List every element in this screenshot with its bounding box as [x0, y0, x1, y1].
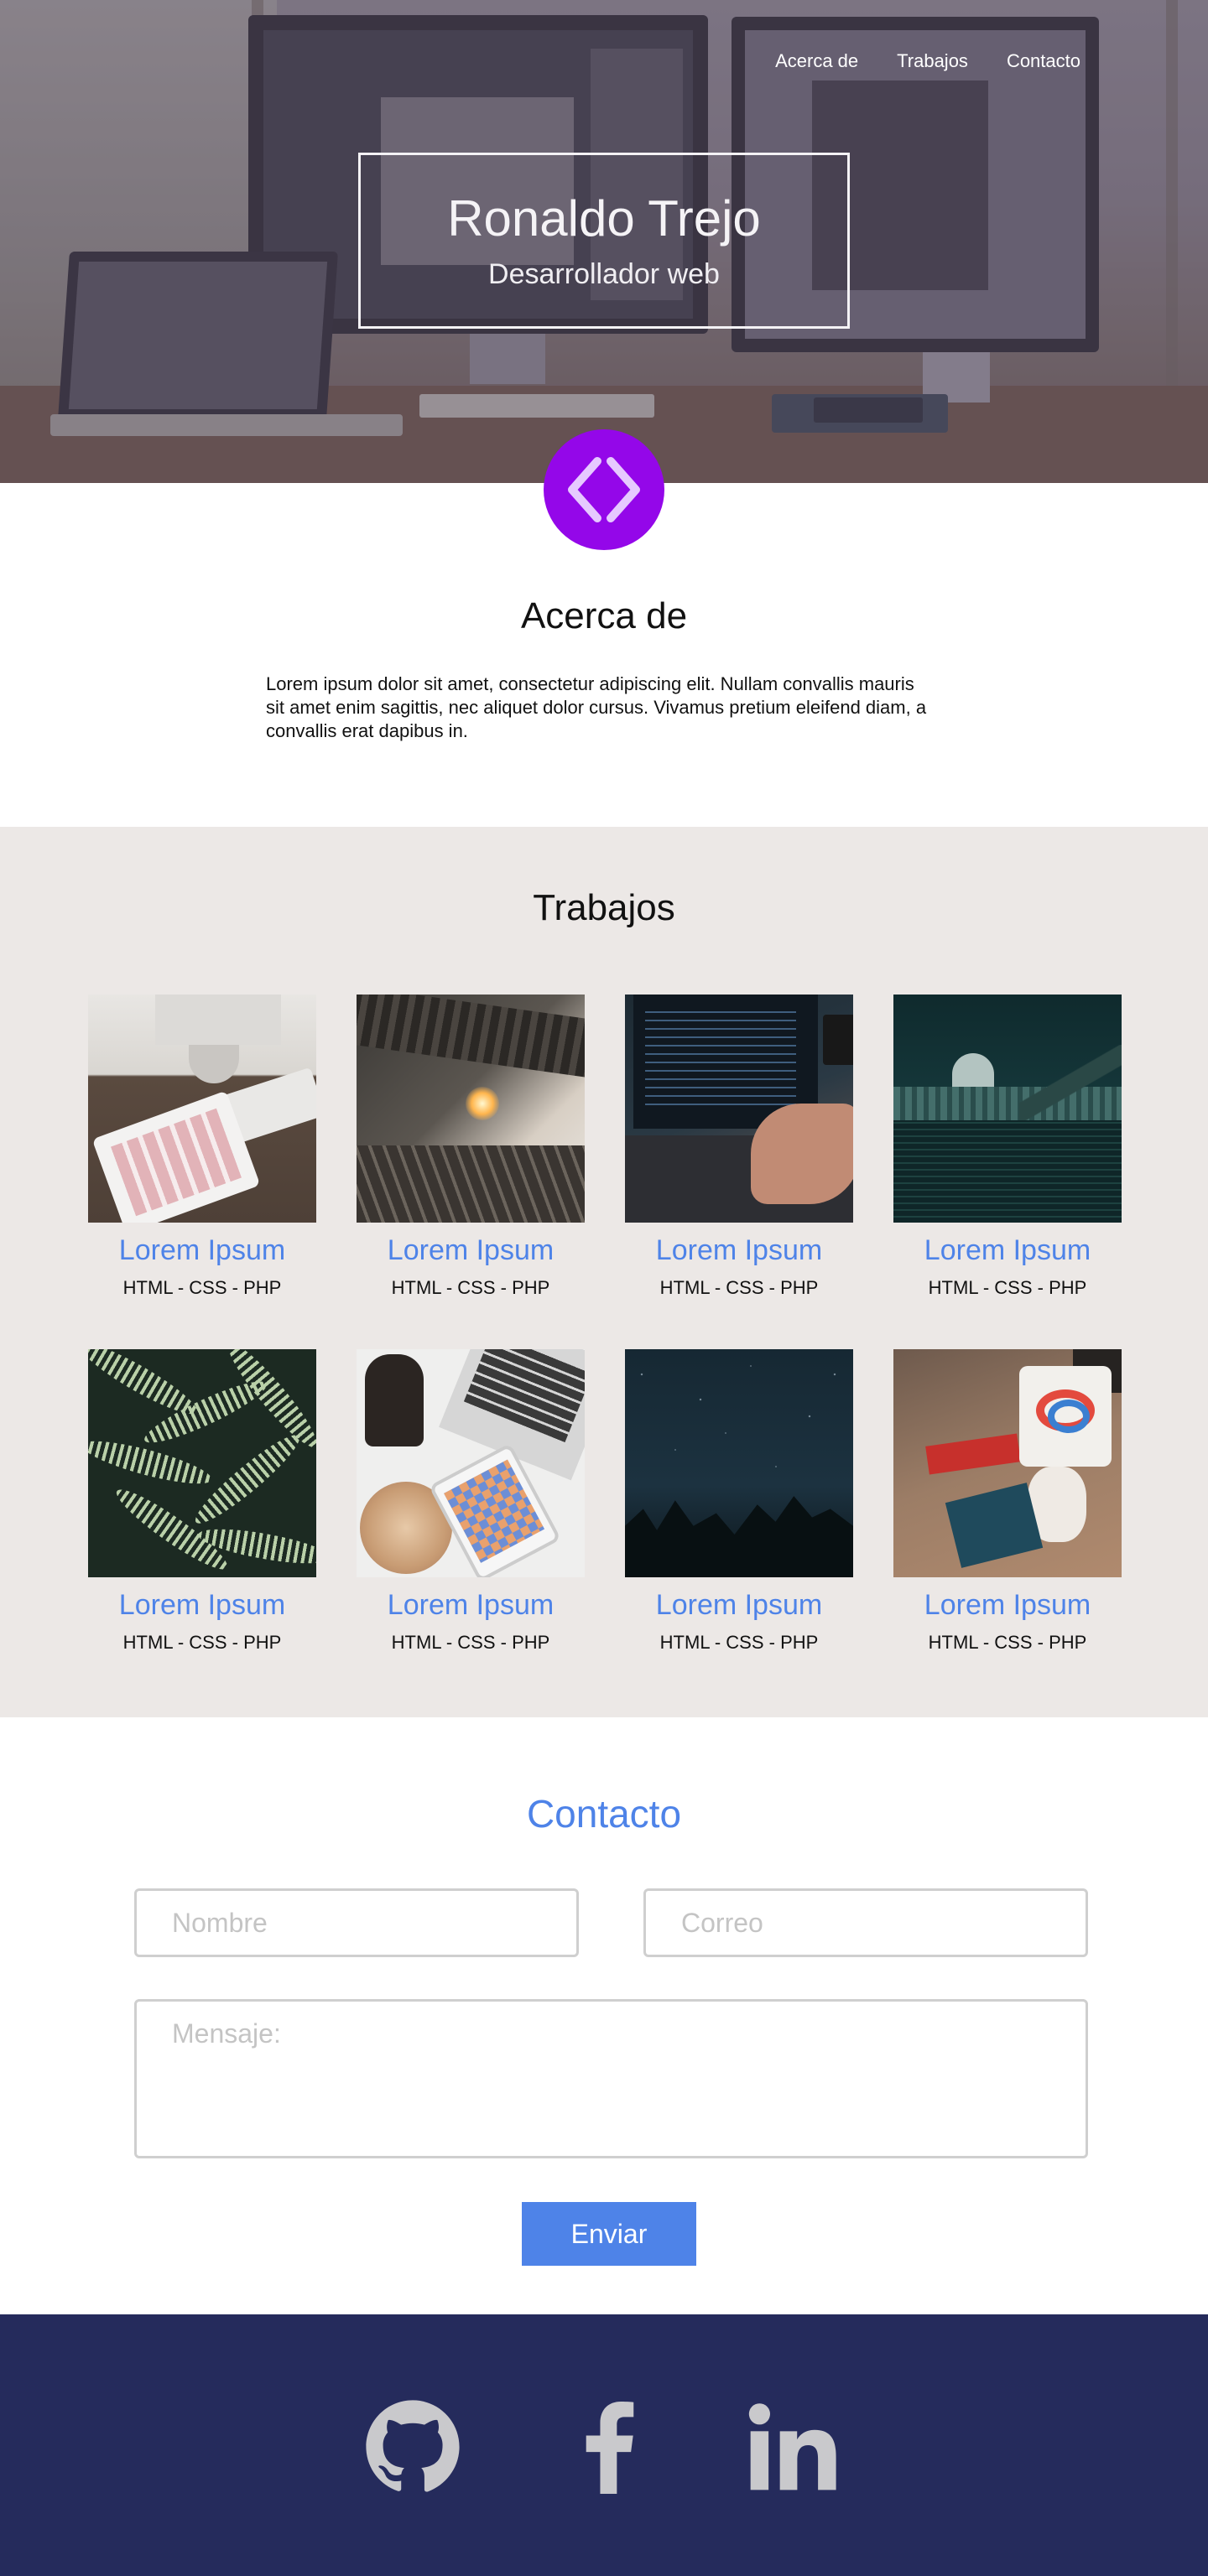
hero-name: Ronaldo Trejo: [447, 190, 761, 247]
work-card[interactable]: Lorem Ipsum HTML - CSS - PHP: [357, 995, 585, 1299]
work-tech: HTML - CSS - PHP: [122, 1632, 282, 1653]
work-card[interactable]: Lorem Ipsum HTML - CSS - PHP: [88, 995, 316, 1299]
email-field-wrapper: [643, 1888, 1088, 1957]
work-thumbnail-fern[interactable]: [88, 1349, 316, 1577]
github-icon[interactable]: [362, 2395, 463, 2499]
work-card[interactable]: Lorem Ipsum HTML - CSS - PHP: [88, 1349, 316, 1654]
work-thumbnail-workspace[interactable]: [893, 1349, 1122, 1577]
work-title[interactable]: Lorem Ipsum: [357, 1234, 585, 1267]
work-title[interactable]: Lorem Ipsum: [88, 1589, 316, 1622]
send-button[interactable]: Enviar: [522, 2202, 696, 2266]
work-thumbnail-desk[interactable]: [88, 995, 316, 1223]
work-title[interactable]: Lorem Ipsum: [88, 1234, 316, 1267]
work-tech: HTML - CSS - PHP: [122, 1277, 282, 1298]
work-card[interactable]: Lorem Ipsum HTML - CSS - PHP: [357, 1349, 585, 1654]
work-card[interactable]: Lorem Ipsum HTML - CSS - PHP: [893, 995, 1122, 1299]
nav-link-works[interactable]: Trabajos: [897, 50, 968, 72]
main-nav: Acerca de Trabajos Contacto: [775, 50, 1080, 72]
work-card[interactable]: Lorem Ipsum HTML - CSS - PHP: [625, 1349, 853, 1654]
nav-link-about[interactable]: Acerca de: [775, 50, 858, 72]
work-card[interactable]: Lorem Ipsum HTML - CSS - PHP: [625, 995, 853, 1299]
code-brackets-icon: [544, 429, 664, 550]
hero-title-box: Ronaldo Trejo Desarrollador web: [358, 153, 850, 329]
work-thumbnail-phone[interactable]: [357, 1349, 585, 1577]
message-field-wrapper: [134, 1999, 1088, 2158]
name-input[interactable]: [137, 1891, 576, 1955]
work-card[interactable]: Lorem Ipsum HTML - CSS - PHP: [893, 1349, 1122, 1654]
contact-title: Contacto: [526, 1792, 682, 1836]
message-textarea[interactable]: [137, 2002, 1086, 2156]
work-thumbnail-code[interactable]: [625, 995, 853, 1223]
work-thumbnail-city[interactable]: [893, 995, 1122, 1223]
email-input[interactable]: [646, 1891, 1086, 1955]
work-thumbnail-night-sky[interactable]: [625, 1349, 853, 1577]
hero-section: Acerca de Trabajos Contacto Ronaldo Trej…: [0, 0, 1208, 483]
linkedin-icon[interactable]: [743, 2395, 844, 2499]
work-title[interactable]: Lorem Ipsum: [357, 1589, 585, 1622]
work-title[interactable]: Lorem Ipsum: [893, 1589, 1122, 1622]
works-section: Trabajos Lorem Ipsum HTML - CSS - PHP Lo…: [0, 827, 1208, 1717]
work-tech: HTML - CSS - PHP: [391, 1632, 550, 1653]
work-tech: HTML - CSS - PHP: [391, 1277, 550, 1298]
work-title[interactable]: Lorem Ipsum: [893, 1234, 1122, 1267]
work-tech: HTML - CSS - PHP: [659, 1632, 819, 1653]
work-title[interactable]: Lorem Ipsum: [625, 1589, 853, 1622]
work-thumbnail-station[interactable]: [357, 995, 585, 1223]
about-text: Lorem ipsum dolor sit amet, consectetur …: [266, 673, 927, 741]
work-tech: HTML - CSS - PHP: [659, 1277, 819, 1298]
hero-role: Desarrollador web: [488, 257, 720, 290]
footer: [0, 2314, 1208, 2576]
facebook-icon[interactable]: [559, 2395, 659, 2499]
work-tech: HTML - CSS - PHP: [928, 1277, 1087, 1298]
name-field-wrapper: [134, 1888, 579, 1957]
works-title: Trabajos: [533, 887, 675, 928]
work-title[interactable]: Lorem Ipsum: [625, 1234, 853, 1267]
about-title: Acerca de: [520, 595, 688, 636]
work-tech: HTML - CSS - PHP: [928, 1632, 1087, 1653]
nav-link-contact[interactable]: Contacto: [1007, 50, 1080, 72]
contact-section: Contacto Enviar: [0, 1717, 1208, 2314]
